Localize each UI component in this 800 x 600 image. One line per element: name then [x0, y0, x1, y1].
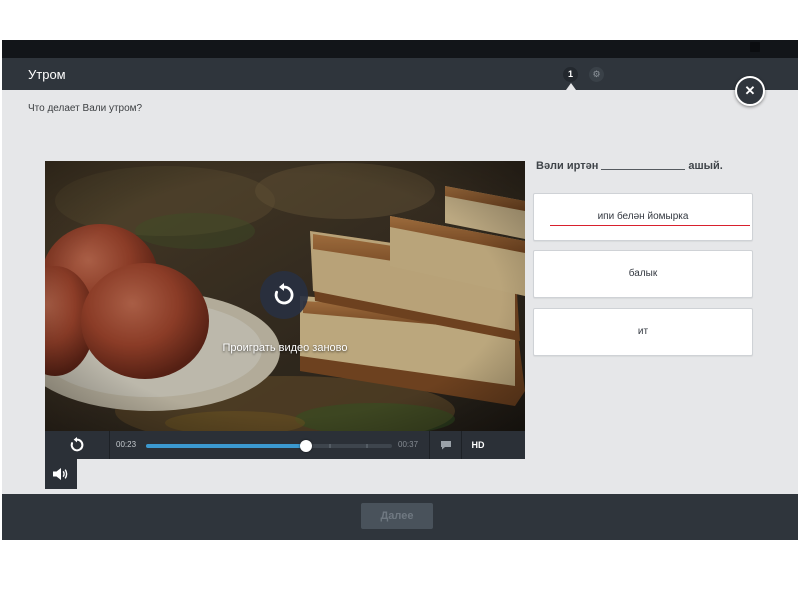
volume-icon: [53, 468, 68, 480]
step-indicator-1[interactable]: 1: [563, 67, 578, 82]
answer-option-label: балык: [628, 268, 658, 279]
answer-blank: [601, 169, 686, 170]
seek-bar[interactable]: [146, 440, 392, 452]
lesson-window: Утром 1 ⚙ ✕ Что делает Вали утром? Проиг…: [2, 40, 798, 540]
answer-option-label: ипи белән йомырка: [597, 211, 689, 222]
close-button[interactable]: ✕: [735, 76, 765, 106]
replay-video-button[interactable]: [260, 271, 308, 319]
current-time: 00:23: [116, 440, 137, 449]
restart-icon: [70, 437, 84, 452]
lesson-title: Утром: [28, 67, 66, 82]
replay-video-label[interactable]: Проиграть видео заново: [45, 342, 525, 354]
question-text: Что делает Вали утром?: [28, 103, 143, 114]
restart-button[interactable]: [45, 431, 110, 459]
close-icon: ✕: [744, 83, 756, 98]
hd-toggle[interactable]: HD: [461, 431, 494, 459]
seek-marker: [329, 444, 331, 448]
volume-button[interactable]: [45, 459, 77, 489]
seek-marker: [366, 444, 368, 448]
answer-option-label: ит: [637, 326, 649, 337]
seek-handle[interactable]: [299, 440, 312, 452]
answer-option[interactable]: ит: [533, 308, 753, 356]
lesson-header: Утром 1 ⚙: [2, 58, 798, 90]
selected-underline: [550, 225, 750, 226]
fill-in-sentence: Вәли иртән ашый.: [536, 160, 723, 172]
video-player[interactable]: Проиграть видео заново: [45, 161, 525, 431]
window-control[interactable]: [750, 42, 760, 52]
total-time: 00:37: [398, 440, 419, 449]
top-bar: [2, 40, 798, 58]
seek-progress: [146, 444, 306, 448]
step-pointer: [566, 83, 576, 90]
answer-option[interactable]: балык: [533, 250, 753, 298]
sentence-end: ашый.: [688, 160, 723, 172]
step-indicator-2[interactable]: ⚙: [589, 67, 604, 82]
footer-bar: Далее: [2, 494, 798, 540]
answer-option[interactable]: ипи белән йомырка: [533, 193, 753, 241]
video-controls: 00:23 00:37 HD: [45, 431, 525, 459]
next-button[interactable]: Далее: [361, 503, 433, 529]
sentence-start: Вәли иртән: [536, 160, 599, 172]
replay-icon: [274, 283, 294, 305]
subtitles-button[interactable]: [429, 431, 462, 459]
subtitles-icon: [441, 441, 451, 450]
